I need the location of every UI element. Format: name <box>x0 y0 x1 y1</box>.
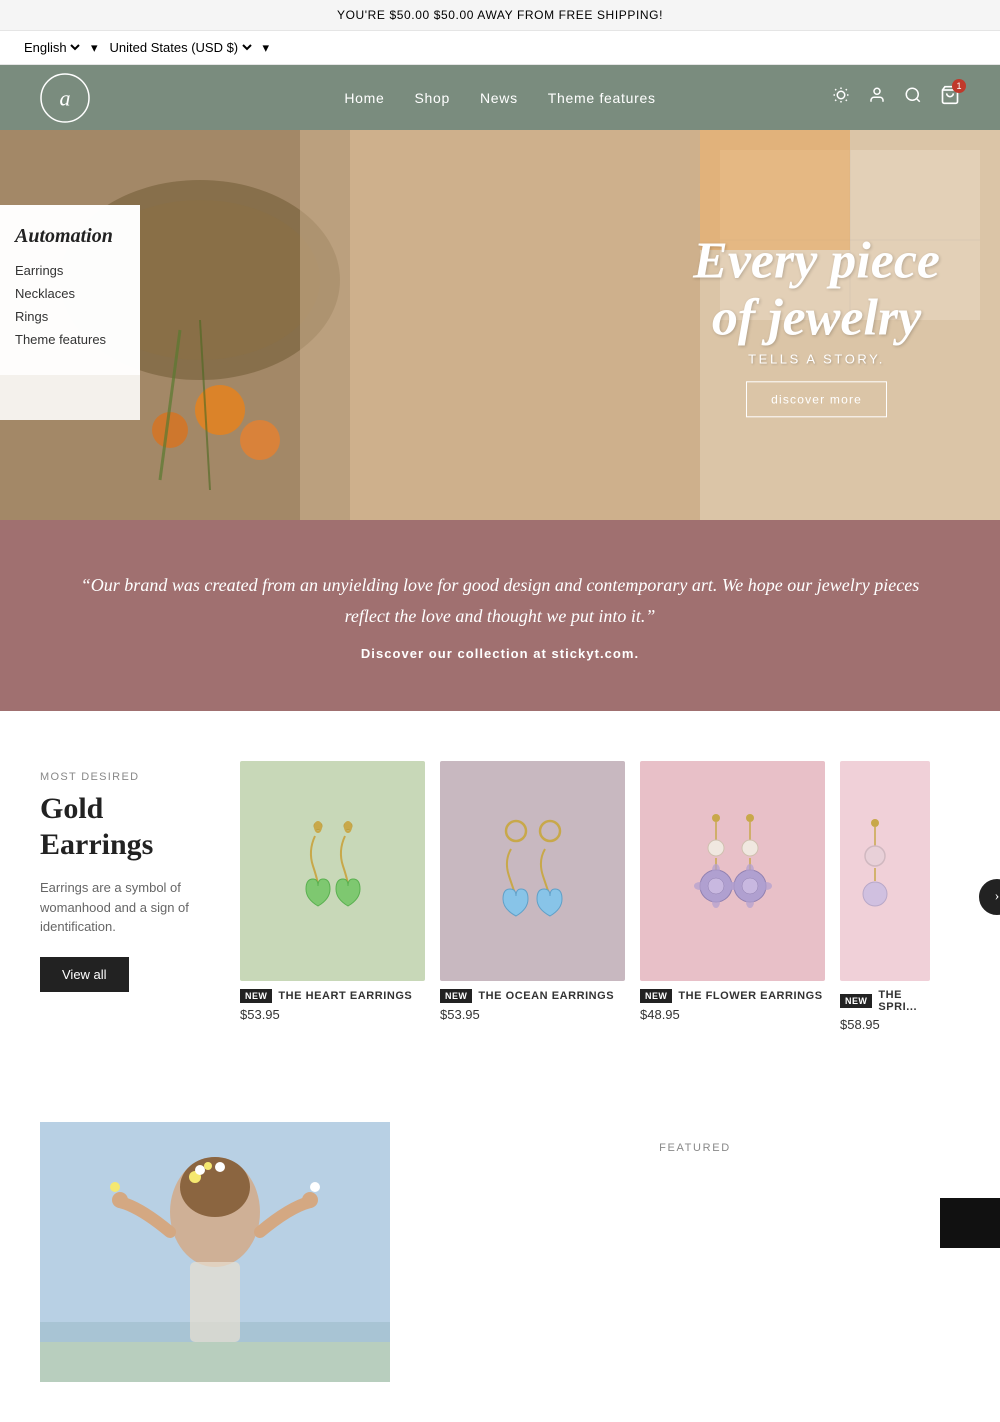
hero-headline: Every piece of jewelry <box>693 232 940 346</box>
product-card-3[interactable]: NEW THE FLOWER EARRINGS $48.95 <box>640 761 825 1032</box>
product-label-1: NEW THE HEART EARRINGS <box>240 989 425 1003</box>
product-label-3: NEW THE FLOWER EARRINGS <box>640 989 825 1003</box>
bottom-section: FEATURED <box>0 1082 1000 1422</box>
product-name-3: THE FLOWER EARRINGS <box>678 990 822 1002</box>
new-badge-1: NEW <box>240 989 272 1003</box>
account-icon[interactable] <box>868 86 886 109</box>
language-select[interactable]: English <box>20 39 83 56</box>
product-price-2: $53.95 <box>440 1007 625 1022</box>
theme-toggle-icon[interactable] <box>832 86 850 109</box>
product-name-1: THE HEART EARRINGS <box>278 990 412 1002</box>
hero-dropdown-panel: Automation Earrings Necklaces Rings Them… <box>0 205 140 375</box>
logo[interactable]: a <box>40 73 90 123</box>
new-badge-4: NEW <box>840 994 872 1008</box>
nav-theme-features[interactable]: Theme features <box>548 90 656 106</box>
brand-quote: “Our brand was created from an unyieldin… <box>80 570 920 631</box>
product-name-2: THE OCEAN EARRINGS <box>478 990 614 1002</box>
product-card-1[interactable]: NEW THE HEART EARRINGS $53.95 <box>240 761 425 1032</box>
product-price-3: $48.95 <box>640 1007 825 1022</box>
black-corner-block <box>940 1198 1000 1248</box>
cart-icon[interactable]: 1 <box>940 85 960 110</box>
products-heading: Gold Earrings <box>40 791 220 863</box>
main-nav: Home Shop News Theme features <box>344 90 655 106</box>
product-price-1: $53.95 <box>240 1007 425 1022</box>
quote-tagline: Discover our collection at stickyt.com. <box>80 646 920 661</box>
lang-currency-separator: ▾ <box>91 40 98 56</box>
product-image-4 <box>840 761 930 981</box>
bottom-image <box>40 1122 390 1382</box>
products-description: Earrings are a symbol of womanhood and a… <box>40 878 220 937</box>
products-carousel: NEW THE HEART EARRINGS $53.95 <box>240 761 960 1032</box>
hero-text: Every piece of jewelry TELLS A STORY. di… <box>693 232 940 417</box>
product-image-1 <box>240 761 425 981</box>
product-card-4[interactable]: NEW THE SPRI... $58.95 <box>840 761 930 1032</box>
hero-menu-item-earrings[interactable]: Earrings <box>15 263 125 278</box>
product-price-4: $58.95 <box>840 1017 930 1032</box>
announcement-bar: YOU'RE $50.00 $50.00 AWAY FROM FREE SHIP… <box>0 0 1000 31</box>
header: a Home Shop News Theme features <box>0 65 1000 130</box>
quote-section: “Our brand was created from an unyieldin… <box>0 520 1000 711</box>
carousel-next-button[interactable]: › <box>979 879 1000 915</box>
bottom-right: FEATURED <box>430 1122 960 1382</box>
hero-menu-item-theme[interactable]: Theme features <box>15 332 125 347</box>
product-image-3 <box>640 761 825 981</box>
currency-select[interactable]: United States (USD $) <box>106 39 255 56</box>
lang-bar: English ▾ United States (USD $) ▾ <box>0 31 1000 65</box>
nav-icons: 1 <box>832 85 960 110</box>
product-card-2[interactable]: NEW THE OCEAN EARRINGS $53.95 <box>440 761 625 1032</box>
product-label-2: NEW THE OCEAN EARRINGS <box>440 989 625 1003</box>
product-name-4: THE SPRI... <box>878 989 930 1013</box>
hero-brand-name: Automation <box>15 225 125 248</box>
nav-home[interactable]: Home <box>344 90 384 106</box>
discover-more-button[interactable]: discover more <box>746 382 887 418</box>
hero-section: Automation Earrings Necklaces Rings Them… <box>0 130 1000 520</box>
announcement-text: YOU'RE $50.00 $50.00 AWAY FROM FREE SHIP… <box>337 8 663 22</box>
product-image-2 <box>440 761 625 981</box>
section-tag: MOST DESIRED <box>40 771 220 783</box>
cart-count-badge: 1 <box>952 79 966 93</box>
hero-menu-list: Earrings Necklaces Rings Theme features <box>15 263 125 347</box>
nav-shop[interactable]: Shop <box>414 90 450 106</box>
nav-news[interactable]: News <box>480 90 518 106</box>
new-badge-3: NEW <box>640 989 672 1003</box>
search-icon[interactable] <box>904 86 922 109</box>
product-label-4: NEW THE SPRI... <box>840 989 930 1013</box>
hero-menu-item-necklaces[interactable]: Necklaces <box>15 286 125 301</box>
view-all-button[interactable]: View all <box>40 957 129 992</box>
products-section: ‹ MOST DESIRED Gold Earrings Earrings ar… <box>0 711 1000 1082</box>
hero-subtitle: TELLS A STORY. <box>693 352 940 367</box>
products-intro: MOST DESIRED Gold Earrings Earrings are … <box>40 761 240 1032</box>
svg-text:a: a <box>60 85 71 110</box>
hero-menu-item-rings[interactable]: Rings <box>15 309 125 324</box>
new-badge-2: NEW <box>440 989 472 1003</box>
featured-tag: FEATURED <box>430 1142 960 1154</box>
